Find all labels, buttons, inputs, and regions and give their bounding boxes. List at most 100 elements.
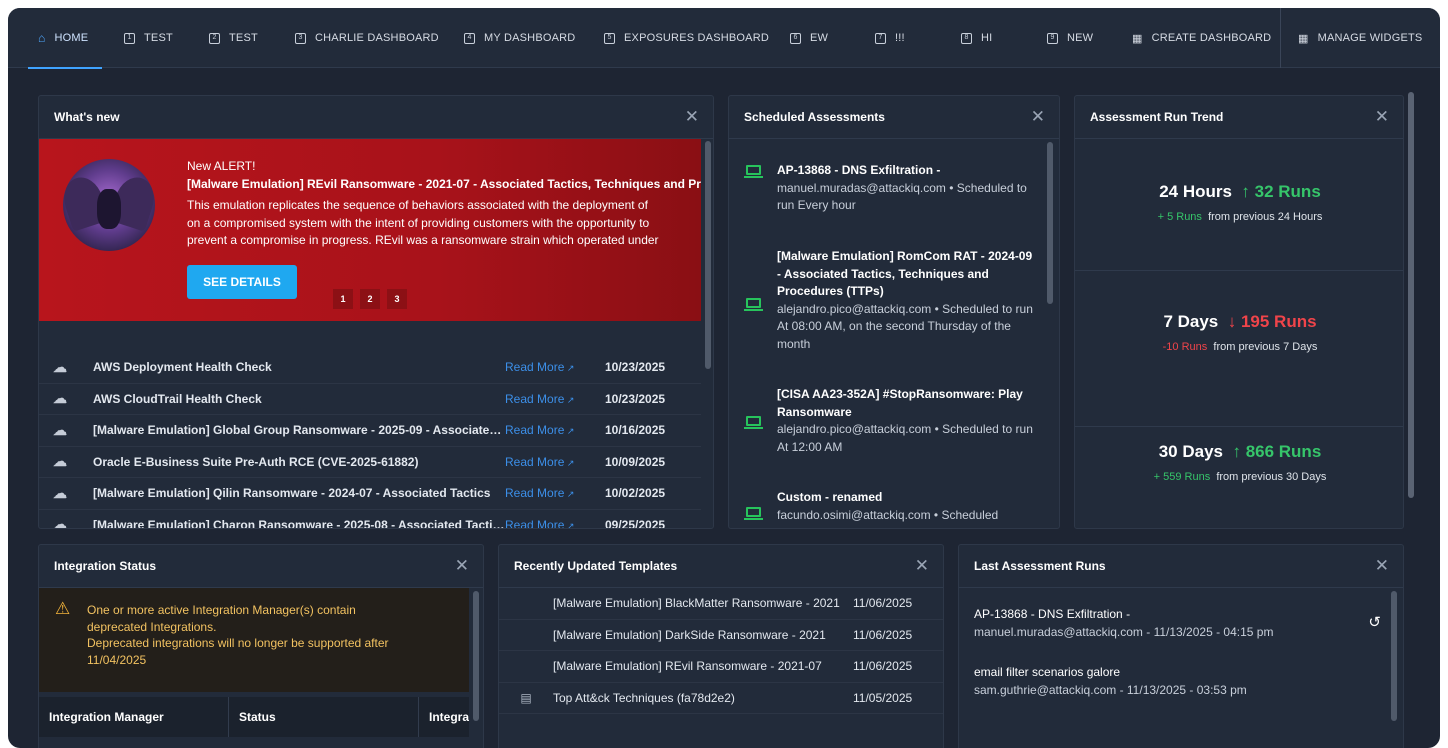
list-item[interactable]: email filter scenarios galore sam.guthrie… [974, 664, 1304, 699]
read-more-link[interactable]: Read More [505, 360, 605, 374]
alert-banner: New ALERT! [Malware Emulation] REvil Ran… [39, 139, 701, 321]
list-item[interactable]: ☁ [Malware Emulation] Charon Ransomware -… [39, 510, 701, 528]
tab-home[interactable]: ⌂ HOME [27, 8, 103, 69]
cloud-upload-icon: ☁ [53, 358, 67, 375]
list-item[interactable]: [Malware Emulation] REvil Ransomware - 2… [499, 651, 943, 683]
close-icon[interactable]: ✕ [455, 556, 469, 576]
deprecation-warning: ⚠ One or more active Integration Manager… [39, 588, 469, 692]
list-item[interactable]: ☁ [Malware Emulation] Global Group Ransom… [39, 415, 701, 447]
cloud-upload-icon: ☁ [53, 421, 67, 438]
tab-test-2[interactable]: 2 TEST [209, 8, 258, 68]
dashboard-6-icon: 6 [790, 32, 801, 44]
close-icon[interactable]: ✕ [1375, 107, 1389, 127]
arrow-down-icon: ↓ [1227, 312, 1237, 331]
page-2-button[interactable]: 2 [360, 289, 380, 309]
laptop-icon [743, 507, 763, 520]
whats-new-widget: What's new ✕ New ALERT! [Malware Emulatio… [38, 95, 714, 529]
warning-icon: ⚠ [55, 599, 71, 618]
home-icon: ⌂ [38, 31, 46, 45]
cloud-upload-icon: ☁ [53, 484, 67, 501]
widget-header: Recently Updated Templates ✕ [499, 545, 943, 588]
close-icon[interactable]: ✕ [1375, 556, 1389, 576]
alert-subtitle: [Malware Emulation] REvil Ransomware - 2… [187, 177, 701, 191]
tab-new[interactable]: 9 NEW [1047, 8, 1093, 68]
app-window: ⌂ HOME 1 TEST 2 TEST 3 CHARLIE DASHBOARD 4 MY… [8, 8, 1440, 748]
arrow-up-icon: ↑ [1232, 442, 1241, 461]
tab-charlie-dashboard[interactable]: 3 CHARLIE DASHBOARD [295, 8, 439, 68]
widget-header: Integration Status ✕ [39, 545, 483, 588]
widget-header: What's new ✕ [39, 96, 713, 139]
cloud-upload-icon: ☁ [53, 390, 67, 407]
dashboard-1-icon: 1 [124, 32, 135, 44]
scrollbar[interactable] [1047, 142, 1053, 304]
arrow-up-icon: ↑ [1241, 182, 1250, 201]
list-item[interactable]: ☁ [Malware Emulation] Qilin Ransomware - … [39, 478, 701, 510]
widget-header: Last Assessment Runs ✕ [959, 545, 1403, 588]
tab-ew[interactable]: 6 EW [790, 8, 828, 68]
nav-divider [1280, 8, 1281, 68]
alert-body: This emulation replicates the sequence o… [187, 198, 659, 247]
column-header[interactable]: Status [229, 697, 419, 737]
read-more-link[interactable]: Read More [505, 423, 605, 437]
list-item[interactable]: AP-13868 - DNS Exfiltration - manuel.mura… [729, 162, 1039, 215]
trend-30-days: 30 Days ↑ 866 Runs + 559 Runs from previ… [1153, 442, 1327, 483]
dashboard-8-icon: 8 [961, 32, 972, 44]
top-navigation: ⌂ HOME 1 TEST 2 TEST 3 CHARLIE DASHBOARD 4 MY… [8, 8, 1440, 69]
dashboard-3-icon: 3 [295, 32, 306, 44]
column-header[interactable]: Integra [419, 697, 469, 737]
close-icon[interactable]: ✕ [915, 556, 929, 576]
list-item[interactable]: ▤ Top Att&ck Techniques (fa78d2e2) 11/05/2… [499, 683, 943, 714]
scrollbar[interactable] [705, 141, 711, 369]
list-item[interactable]: ☁AWS CloudTrail Health CheckRead More10/… [39, 384, 701, 415]
close-icon[interactable]: ✕ [1031, 107, 1045, 127]
page-1-button[interactable]: 1 [333, 289, 353, 309]
templates-list: [Malware Emulation] BlackMatter Ransomwa… [499, 588, 943, 714]
tab-exclaim[interactable]: 7!!! [875, 8, 905, 68]
list-item[interactable]: [Malware Emulation] RomCom RAT - 2024-09… [729, 248, 1039, 353]
list-item[interactable]: ☁AWS Deployment Health CheckRead More10/… [39, 352, 701, 384]
widget-header: Assessment Run Trend ✕ [1075, 96, 1403, 139]
last-assessment-runs-widget: Last Assessment Runs ✕ AP-13868 - DNS Exf… [958, 544, 1404, 748]
page-3-button[interactable]: 3 [387, 289, 407, 309]
news-list: ☁AWS Deployment Health CheckRead More10/… [39, 352, 701, 528]
page-scrollbar[interactable] [1408, 92, 1414, 498]
dashboard-4-icon: 4 [464, 32, 475, 44]
assessment-run-trend-widget: Assessment Run Trend ✕ 24 Hours ↑ 32 Runs… [1074, 95, 1404, 529]
list-item[interactable]: ☁ Oracle E-Business Suite Pre-Auth RCE (C… [39, 447, 701, 478]
tab-my-dashboard[interactable]: 4 MY DASHBOARD [464, 8, 575, 68]
scrollbar[interactable] [473, 591, 479, 721]
list-item[interactable]: [Malware Emulation] DarkSide Ransomware … [499, 620, 943, 651]
read-more-link[interactable]: Read More [505, 455, 605, 469]
history-icon[interactable]: ↺ [1368, 613, 1381, 631]
template-icon: ▤ [520, 690, 532, 705]
scheduled-assessments-widget: Scheduled Assessments ✕ AP-13868 - DNS Ex… [728, 95, 1060, 529]
alert-heading: New ALERT! [187, 159, 256, 173]
widget-header: Scheduled Assessments ✕ [729, 96, 1059, 139]
column-header[interactable]: Integration Manager [39, 697, 229, 737]
tab-test-1[interactable]: 1 TEST [124, 8, 173, 68]
read-more-link[interactable]: Read More [505, 486, 605, 500]
list-item[interactable]: Custom - renamed facundo.osimi@attackiq.c… [729, 489, 1039, 524]
list-item[interactable]: AP-13868 - DNS Exfiltration - manuel.mura… [974, 606, 1304, 641]
close-icon[interactable]: ✕ [685, 107, 699, 127]
read-more-link[interactable]: Read More [505, 392, 605, 406]
laptop-icon [743, 165, 763, 178]
manage-widgets-button[interactable]: ▦ MANAGE WIDGETS [1298, 8, 1422, 68]
read-more-link[interactable]: Read More [505, 518, 605, 528]
tab-exposures-dashboard[interactable]: 5 EXPOSURES DASHBOARD [604, 8, 769, 68]
cloud-upload-icon: ☁ [53, 453, 67, 470]
dashboard-2-icon: 2 [209, 32, 220, 44]
laptop-icon [743, 416, 763, 429]
laptop-icon [743, 298, 763, 311]
table-header: Integration Manager Status Integra [39, 697, 469, 737]
scrollbar[interactable] [1391, 591, 1397, 721]
create-dashboard-button[interactable]: ▦ CREATE DASHBOARD [1132, 8, 1271, 68]
trend-7-days: 7 Days ↓ 195 Runs -10 Runs from previous… [1162, 312, 1318, 353]
tab-hi[interactable]: 8 HI [961, 8, 992, 68]
banner-pagination: 1 2 3 [333, 289, 414, 309]
list-item[interactable]: [CISA AA23-352A] #StopRansomware: Play R… [729, 386, 1039, 456]
list-item[interactable]: [Malware Emulation] BlackMatter Ransomwa… [499, 588, 943, 620]
see-details-button[interactable]: SEE DETAILS [187, 265, 297, 299]
integration-status-widget: Integration Status ✕ ⚠ One or more active… [38, 544, 484, 748]
manage-widgets-icon: ▦ [1298, 32, 1309, 45]
